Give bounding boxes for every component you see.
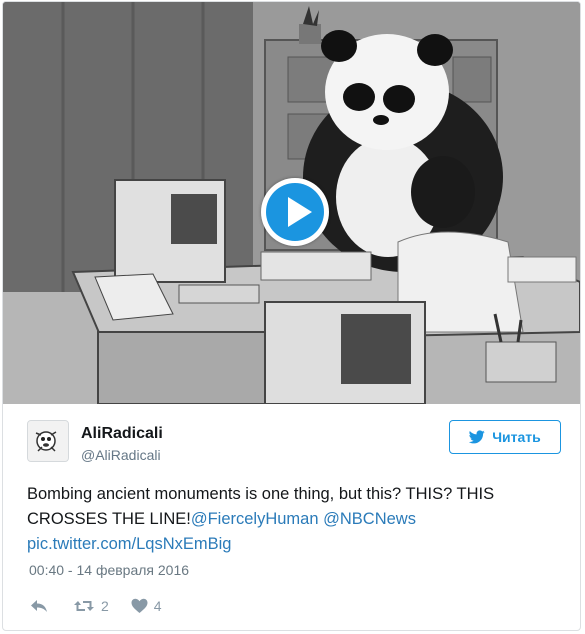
play-icon bbox=[288, 197, 312, 227]
reply-button[interactable] bbox=[29, 598, 49, 614]
tweet-timestamp[interactable]: 00:40 - 14 февраля 2016 bbox=[29, 562, 189, 578]
follow-button[interactable]: Читать bbox=[449, 420, 561, 454]
tweet-text: Bombing ancient monuments is one thing, … bbox=[27, 482, 567, 557]
retweet-count: 2 bbox=[101, 598, 109, 614]
retweet-button[interactable]: 2 bbox=[73, 598, 109, 614]
like-button[interactable]: 4 bbox=[131, 598, 162, 614]
tweet-actions: 2 4 bbox=[29, 595, 162, 617]
reply-icon bbox=[31, 600, 47, 612]
avatar[interactable] bbox=[27, 420, 69, 462]
retweet-icon bbox=[74, 601, 94, 611]
follow-button-label: Читать bbox=[492, 429, 541, 445]
pic-link[interactable]: pic.twitter.com/LqsNxEmBig bbox=[27, 535, 231, 553]
author-display-name[interactable]: AliRadicali bbox=[81, 425, 163, 443]
heart-icon bbox=[131, 598, 148, 613]
video-thumbnail[interactable] bbox=[3, 2, 580, 404]
mention-nbcnews[interactable]: @NBCNews bbox=[323, 510, 416, 528]
author-screen-name[interactable]: @AliRadicali bbox=[81, 447, 161, 463]
twitter-bird-icon bbox=[469, 430, 485, 444]
avatar-drawing-icon bbox=[28, 421, 68, 461]
play-button[interactable] bbox=[261, 178, 329, 246]
mention-fiercelyhuman[interactable]: @FiercelyHuman bbox=[191, 510, 319, 528]
embedded-tweet-card: AliRadicali @AliRadicali Читать Bombing … bbox=[2, 1, 581, 631]
like-count: 4 bbox=[153, 598, 162, 614]
